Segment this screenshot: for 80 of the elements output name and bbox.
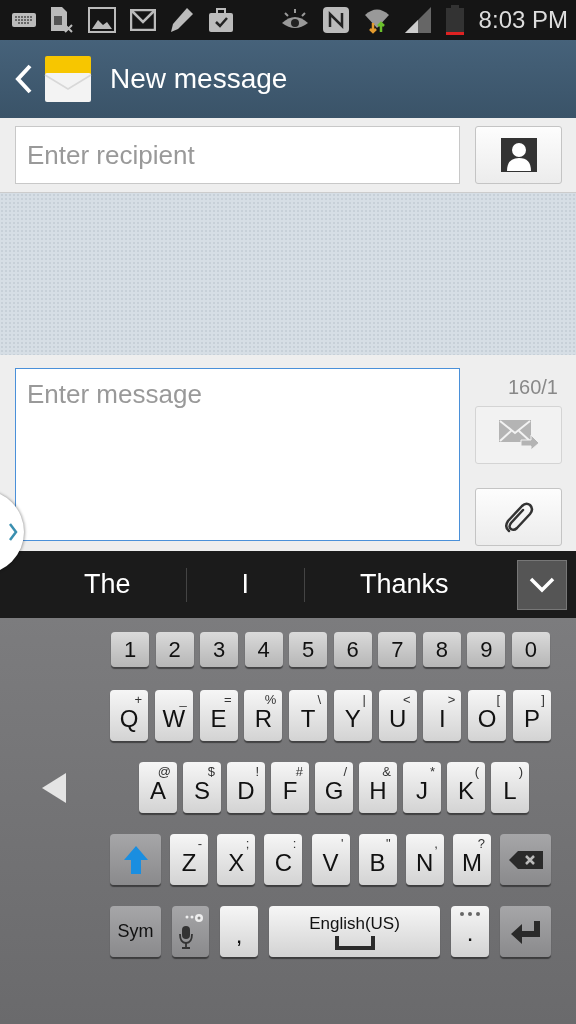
enter-arrow-icon bbox=[509, 918, 542, 945]
attach-button[interactable] bbox=[475, 488, 562, 546]
chevron-right-icon bbox=[8, 522, 18, 542]
shift-arrow-icon bbox=[122, 844, 149, 875]
period-label: . bbox=[466, 919, 474, 947]
letter-key[interactable]: ) L bbox=[491, 762, 529, 813]
recipient-field[interactable]: Enter recipient bbox=[15, 126, 461, 184]
keyboard-icon bbox=[12, 13, 36, 27]
send-envelope-icon bbox=[498, 420, 539, 450]
person-icon bbox=[500, 138, 537, 172]
number-key[interactable]: 2 bbox=[155, 632, 194, 667]
letter-key[interactable]: ; X bbox=[217, 834, 256, 885]
letter-key[interactable]: ! D bbox=[227, 762, 265, 813]
envelope-icon bbox=[44, 55, 92, 103]
letter-key[interactable]: | Y bbox=[333, 690, 372, 741]
letter-key[interactable]: % R bbox=[244, 690, 283, 741]
language-label: English(US) bbox=[309, 913, 400, 934]
space-key[interactable]: English(US) bbox=[269, 906, 440, 957]
enter-key[interactable] bbox=[500, 906, 551, 957]
letter-key[interactable]: > I bbox=[423, 690, 462, 741]
letter-key[interactable]: ( K bbox=[447, 762, 485, 813]
letter-key[interactable]: $ S bbox=[183, 762, 221, 813]
expand-suggestions-button[interactable] bbox=[517, 559, 567, 610]
pencil-icon bbox=[170, 7, 194, 33]
voice-input-key[interactable] bbox=[172, 906, 209, 957]
number-key[interactable]: 5 bbox=[289, 632, 328, 667]
back-chevron-icon[interactable] bbox=[14, 64, 32, 94]
backspace-key[interactable] bbox=[500, 834, 551, 885]
number-key[interactable]: 3 bbox=[200, 632, 239, 667]
spacebar-icon bbox=[334, 935, 375, 950]
word-suggestion[interactable]: The bbox=[84, 569, 131, 600]
letter-key[interactable]: , bbox=[220, 906, 258, 957]
letter-key[interactable]: + Q bbox=[110, 690, 148, 741]
letter-key[interactable]: / G bbox=[315, 762, 353, 813]
nfc-icon bbox=[322, 7, 349, 33]
battery-icon bbox=[444, 5, 465, 35]
number-key[interactable]: 0 bbox=[511, 632, 550, 667]
signal-icon bbox=[404, 7, 431, 33]
letter-key[interactable]: " B bbox=[358, 834, 397, 885]
backspace-icon bbox=[508, 850, 543, 869]
number-key[interactable]: 7 bbox=[378, 632, 417, 667]
number-key[interactable]: 4 bbox=[244, 632, 283, 667]
mic-settings-icon bbox=[176, 912, 205, 951]
eye-icon bbox=[280, 9, 309, 31]
letter-key[interactable]: : C bbox=[264, 834, 303, 885]
letter-key[interactable]: , N bbox=[405, 834, 444, 885]
word-suggestion[interactable]: Thanks bbox=[360, 569, 449, 600]
message-field[interactable]: Enter message bbox=[15, 368, 460, 541]
letter-key[interactable]: _ W bbox=[154, 690, 193, 741]
letter-key[interactable]: - Z bbox=[170, 834, 209, 885]
letter-key[interactable]: & H bbox=[359, 762, 397, 813]
chevron-down-icon bbox=[529, 576, 555, 593]
mail-icon bbox=[130, 9, 156, 31]
number-key[interactable]: 9 bbox=[467, 632, 506, 667]
more-dots-icon bbox=[459, 912, 481, 916]
letter-key[interactable]: ] P bbox=[512, 690, 551, 741]
number-key[interactable]: 1 bbox=[111, 632, 149, 667]
letter-key[interactable]: ? M bbox=[452, 834, 491, 885]
number-key[interactable]: 8 bbox=[422, 632, 461, 667]
status-time: 8:03 PM bbox=[478, 6, 568, 34]
symbols-key[interactable]: Sym bbox=[110, 906, 161, 957]
letter-key[interactable]: # F bbox=[271, 762, 309, 813]
letter-key[interactable]: \ T bbox=[289, 690, 328, 741]
paperclip-icon bbox=[502, 500, 535, 534]
letter-key[interactable]: = E bbox=[199, 690, 238, 741]
period-key[interactable]: . bbox=[451, 906, 489, 957]
contacts-button[interactable] bbox=[475, 126, 562, 184]
image-icon bbox=[88, 7, 116, 33]
character-counter: 160/1 bbox=[506, 376, 558, 399]
letter-key[interactable]: [ O bbox=[468, 690, 507, 741]
number-key[interactable]: 6 bbox=[333, 632, 372, 667]
cursor-left-arrow-icon[interactable] bbox=[42, 772, 66, 803]
briefcase-check-icon bbox=[208, 7, 234, 33]
sim-card-icon bbox=[50, 7, 74, 33]
word-suggestion[interactable]: I bbox=[241, 569, 250, 600]
letter-key[interactable]: * J bbox=[403, 762, 441, 813]
screen-title: New message bbox=[110, 63, 288, 95]
letter-key[interactable]: @ A bbox=[139, 762, 177, 813]
letter-key[interactable]: < U bbox=[378, 690, 417, 741]
letter-key[interactable]: ' V bbox=[311, 834, 350, 885]
